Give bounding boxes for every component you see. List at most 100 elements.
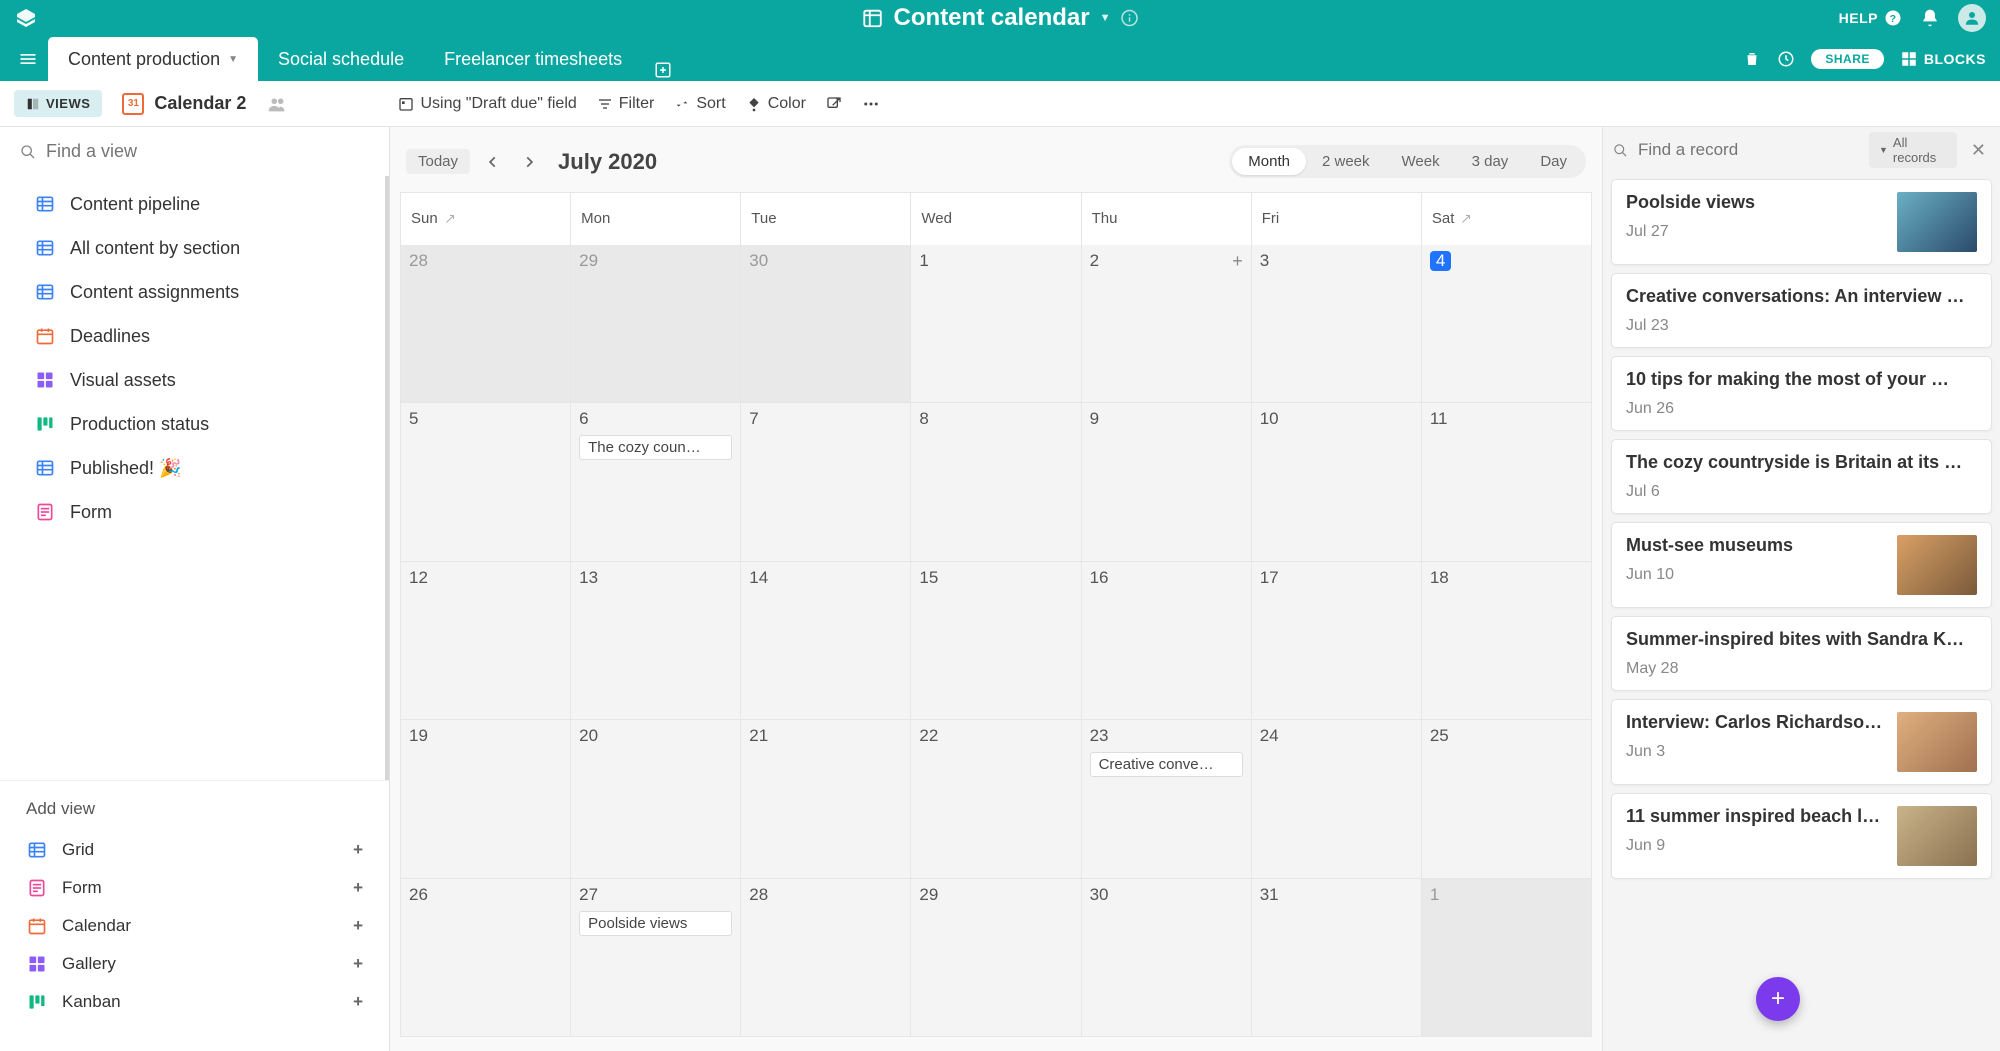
next-month-button[interactable]: [516, 151, 542, 173]
blocks-button[interactable]: BLOCKS: [1900, 50, 1986, 68]
record-card[interactable]: The cozy countryside is Britain at its ……: [1611, 439, 1992, 514]
calendar-day-cell[interactable]: 5: [401, 403, 571, 562]
calendar-day-cell[interactable]: 30: [741, 245, 911, 404]
record-card[interactable]: Summer-inspired bites with Sandra K…May …: [1611, 616, 1992, 691]
find-record-input[interactable]: [1638, 140, 1859, 160]
record-card[interactable]: Creative conversations: An interview …Ju…: [1611, 273, 1992, 348]
user-avatar[interactable]: [1958, 4, 1986, 32]
calendar-day-cell[interactable]: 20: [571, 720, 741, 879]
calendar-day-cell[interactable]: 24: [1252, 720, 1422, 879]
calendar-day-cell[interactable]: 3: [1252, 245, 1422, 404]
collaborators-icon[interactable]: [266, 93, 288, 115]
color-button[interactable]: Color: [746, 95, 806, 113]
calendar-event[interactable]: The cozy coun…: [579, 435, 732, 460]
calendar-day-cell[interactable]: 9: [1082, 403, 1252, 562]
calendar-day-cell[interactable]: 27Poolside views: [571, 879, 741, 1038]
calendar-day-cell[interactable]: 8: [911, 403, 1081, 562]
calendar-day-cell[interactable]: 1: [1422, 879, 1592, 1038]
calendar-day-cell[interactable]: 18: [1422, 562, 1592, 721]
record-card[interactable]: 10 tips for making the most of your …Jun…: [1611, 356, 1992, 431]
table-tab[interactable]: Content production▼: [48, 37, 258, 81]
sidebar-view-item[interactable]: Deadlines: [26, 314, 371, 358]
app-logo-icon[interactable]: [14, 6, 38, 30]
add-event-icon[interactable]: +: [1232, 251, 1243, 272]
filter-button[interactable]: Filter: [597, 95, 655, 113]
range-option[interactable]: Week: [1386, 148, 1456, 175]
views-toggle-button[interactable]: VIEWS: [14, 90, 102, 117]
record-date: May 28: [1626, 660, 1977, 678]
calendar-day-cell[interactable]: 16: [1082, 562, 1252, 721]
calendar-day-cell[interactable]: 17: [1252, 562, 1422, 721]
table-tab[interactable]: Social schedule: [258, 37, 424, 81]
sort-button[interactable]: Sort: [674, 95, 725, 113]
calendar-day-cell[interactable]: 22: [911, 720, 1081, 879]
history-icon[interactable]: [1777, 50, 1795, 68]
record-card[interactable]: Must-see museumsJun 10: [1611, 522, 1992, 608]
help-button[interactable]: HELP ?: [1839, 9, 1902, 27]
caret-down-icon[interactable]: ▼: [1100, 12, 1111, 24]
calendar-day-cell[interactable]: 11: [1422, 403, 1592, 562]
sidebar-view-item[interactable]: All content by section: [26, 226, 371, 270]
add-view-option[interactable]: Form+: [26, 869, 363, 907]
all-records-dropdown[interactable]: ▼ All records: [1869, 132, 1957, 168]
calendar-event[interactable]: Creative conve…: [1090, 752, 1243, 777]
add-view-option[interactable]: Calendar+: [26, 907, 363, 945]
calendar-day-cell[interactable]: 30: [1082, 879, 1252, 1038]
table-tab[interactable]: Freelancer timesheets: [424, 37, 642, 81]
calendar-day-cell[interactable]: 23Creative conve…: [1082, 720, 1252, 879]
find-view-input[interactable]: [46, 141, 369, 162]
menu-icon[interactable]: [18, 49, 38, 69]
add-record-fab[interactable]: +: [1756, 977, 1800, 1021]
range-option[interactable]: 2 week: [1306, 148, 1386, 175]
share-button[interactable]: SHARE: [1811, 49, 1884, 69]
calendar-day-cell[interactable]: 4: [1422, 245, 1592, 404]
share-view-icon[interactable]: [826, 96, 842, 112]
month-label: July 2020: [558, 149, 657, 175]
add-view-option[interactable]: Grid+: [26, 831, 363, 869]
sidebar-view-item[interactable]: Published! 🎉: [26, 446, 371, 490]
today-button[interactable]: Today: [406, 149, 470, 174]
sidebar-view-item[interactable]: Production status: [26, 402, 371, 446]
calendar-day-cell[interactable]: 13: [571, 562, 741, 721]
more-options-icon[interactable]: [862, 95, 880, 113]
calendar-day-cell[interactable]: 10: [1252, 403, 1422, 562]
bell-icon[interactable]: [1920, 8, 1940, 28]
info-icon[interactable]: [1120, 9, 1138, 27]
sidebar-view-item[interactable]: Form: [26, 490, 371, 534]
calendar-day-cell[interactable]: 29: [571, 245, 741, 404]
trash-icon[interactable]: [1743, 50, 1761, 68]
calendar-day-cell[interactable]: 1: [911, 245, 1081, 404]
record-card[interactable]: Poolside viewsJul 27: [1611, 179, 1992, 265]
add-view-option[interactable]: Gallery+: [26, 945, 363, 983]
add-table-button[interactable]: [654, 61, 672, 81]
calendar-day-cell[interactable]: 29: [911, 879, 1081, 1038]
range-option[interactable]: Month: [1232, 148, 1306, 175]
calendar-day-cell[interactable]: 26: [401, 879, 571, 1038]
range-option[interactable]: Day: [1524, 148, 1583, 175]
calendar-day-cell[interactable]: 21: [741, 720, 911, 879]
calendar-event[interactable]: Poolside views: [579, 911, 732, 936]
calendar-day-cell[interactable]: 12: [401, 562, 571, 721]
view-name[interactable]: Calendar 2: [154, 93, 246, 114]
date-field-selector[interactable]: Using "Draft due" field: [398, 95, 576, 113]
calendar-day-cell[interactable]: 7: [741, 403, 911, 562]
calendar-day-cell[interactable]: 19: [401, 720, 571, 879]
calendar-day-cell[interactable]: 31: [1252, 879, 1422, 1038]
record-card[interactable]: 11 summer inspired beach l…Jun 9: [1611, 793, 1992, 879]
range-option[interactable]: 3 day: [1456, 148, 1525, 175]
calendar-day-cell[interactable]: 15: [911, 562, 1081, 721]
close-icon[interactable]: ✕: [1967, 140, 1990, 161]
calendar-day-cell[interactable]: 28: [741, 879, 911, 1038]
sidebar-view-item[interactable]: Content assignments: [26, 270, 371, 314]
record-card[interactable]: Interview: Carlos Richardso…Jun 3: [1611, 699, 1992, 785]
calendar-day-cell[interactable]: 14: [741, 562, 911, 721]
add-view-option[interactable]: Kanban+: [26, 983, 363, 1021]
base-title[interactable]: Content calendar: [894, 4, 1090, 32]
prev-month-button[interactable]: [480, 151, 506, 173]
calendar-day-cell[interactable]: 6The cozy coun…: [571, 403, 741, 562]
calendar-day-cell[interactable]: 28: [401, 245, 571, 404]
calendar-day-cell[interactable]: 25: [1422, 720, 1592, 879]
sidebar-view-item[interactable]: Content pipeline: [26, 182, 371, 226]
sidebar-view-item[interactable]: Visual assets: [26, 358, 371, 402]
calendar-day-cell[interactable]: 2+: [1082, 245, 1252, 404]
